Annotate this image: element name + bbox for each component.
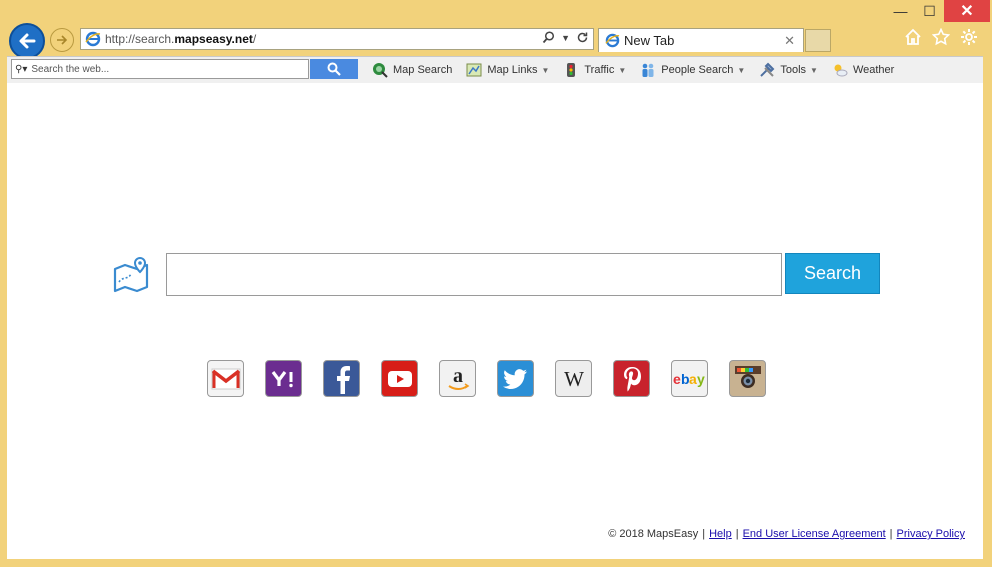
svg-text:W: W [564, 368, 584, 390]
toolbar-item-weather[interactable]: Weather [827, 60, 899, 80]
toolbar-item-map-links[interactable]: Map Links ▼ [461, 60, 554, 80]
arrow-left-icon [19, 33, 36, 49]
address-bar[interactable]: http://search.mapseasy.net/ ▼ [80, 28, 594, 50]
svg-text:e: e [673, 371, 681, 387]
amazon-icon[interactable]: a [439, 360, 476, 397]
toolbar-search-box[interactable]: ⚲▾ [11, 59, 309, 79]
globe-search-icon [373, 63, 388, 78]
chevron-down-icon[interactable]: ▼ [561, 33, 570, 43]
pinterest-icon[interactable] [613, 360, 650, 397]
toolbar-item-tools[interactable]: Tools ▼ [754, 60, 823, 80]
url-text: http://search.mapseasy.net/ [105, 32, 257, 46]
svg-text:y: y [697, 371, 705, 387]
search-options-icon[interactable]: ⚲▾ [15, 64, 27, 75]
twitter-icon[interactable] [497, 360, 534, 397]
ie-logo-icon [605, 33, 620, 48]
footer: © 2018 MapsEasy | Help | End User License Ag… [608, 528, 965, 540]
home-icon[interactable] [904, 28, 922, 46]
tab-new-tab[interactable]: New Tab ✕ [598, 28, 804, 52]
close-tab-icon[interactable]: ✕ [784, 33, 795, 49]
social-links: a W ebay [207, 360, 766, 397]
help-link[interactable]: Help [709, 528, 732, 540]
weather-icon [834, 64, 848, 77]
chevron-down-icon: ▼ [737, 65, 746, 75]
search-icon [327, 62, 341, 76]
yahoo-icon[interactable] [265, 360, 302, 397]
back-button[interactable] [9, 23, 45, 59]
refresh-icon[interactable] [576, 31, 589, 44]
gmail-icon[interactable] [207, 360, 244, 397]
search-icon[interactable] [542, 31, 555, 44]
traffic-light-icon [567, 63, 576, 77]
copyright-text: © 2018 MapsEasy [608, 528, 699, 540]
page-content: Search a W e b a y © 2018 MapsEasy | Hel… [7, 83, 983, 559]
people-icon [642, 63, 654, 77]
new-tab-button[interactable] [805, 29, 831, 52]
close-button[interactable]: ✕ [944, 0, 990, 22]
toolbar-search-button[interactable] [310, 59, 358, 79]
ebay-icon[interactable]: ebay [671, 360, 708, 397]
maximize-button[interactable]: ☐ [915, 0, 944, 22]
arrow-right-icon [57, 35, 68, 45]
main-search-button[interactable]: Search [785, 253, 880, 294]
chevron-down-icon: ▼ [618, 65, 627, 75]
navigation-bar: http://search.mapseasy.net/ ▼ New Tab ✕ [6, 23, 986, 59]
main-search-input[interactable] [167, 254, 781, 295]
forward-button[interactable] [50, 28, 74, 52]
chevron-down-icon: ▼ [810, 65, 818, 75]
wikipedia-icon[interactable]: W [555, 360, 592, 397]
gear-icon[interactable] [960, 28, 978, 46]
svg-text:a: a [689, 371, 697, 387]
ie-logo-icon [85, 31, 101, 47]
main-search-box[interactable] [166, 253, 782, 296]
window-controls: — ☐ ✕ [886, 0, 990, 22]
facebook-icon[interactable] [323, 360, 360, 397]
chevron-down-icon: ▼ [541, 65, 550, 75]
map-pin-logo-icon [113, 256, 149, 293]
svg-text:a: a [453, 365, 463, 387]
instagram-icon[interactable] [729, 360, 766, 397]
privacy-policy-link[interactable]: Privacy Policy [897, 528, 965, 540]
youtube-icon[interactable] [381, 360, 418, 397]
toolbar-item-people-search[interactable]: People Search ▼ [635, 60, 750, 80]
toolbar-item-traffic[interactable]: Traffic ▼ [558, 60, 631, 80]
eula-link[interactable]: End User License Agreement [743, 528, 886, 540]
tools-icon [760, 62, 775, 77]
map-icon [466, 63, 482, 77]
toolbar-item-map-search[interactable]: Map Search [367, 60, 457, 80]
tab-label: New Tab [624, 33, 675, 48]
extension-toolbar: ⚲▾ Map Search Map Links▼ Traffic▼ People… [7, 56, 983, 84]
toolbar-search-input[interactable] [29, 62, 284, 76]
browser-window: — ☐ ✕ http://search.mapseasy.net/ ▼ New … [0, 0, 992, 567]
star-icon[interactable] [932, 28, 950, 46]
minimize-button[interactable]: — [886, 0, 915, 22]
